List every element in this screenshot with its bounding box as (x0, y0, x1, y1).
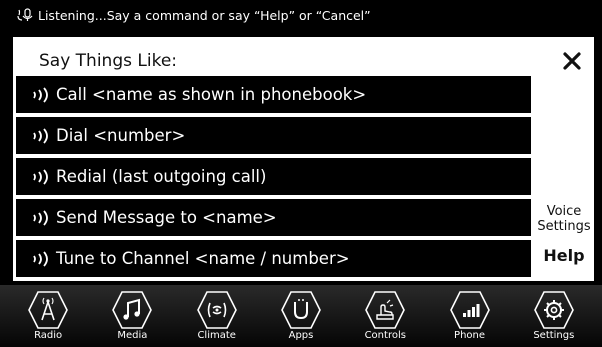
gear-icon (533, 291, 574, 329)
voice-wave-icon (33, 250, 48, 267)
nav-label: Controls (364, 330, 406, 341)
nav-label: Apps (288, 330, 314, 341)
voice-wave-icon (33, 168, 48, 185)
nav-label: Settings (533, 330, 575, 341)
close-icon[interactable] (560, 49, 584, 73)
status-text: Listening...Say a command or say “Help” … (38, 7, 371, 23)
nav-controls[interactable]: Controls (346, 290, 424, 341)
command-label: Dial <number> (56, 126, 186, 145)
nav-climate[interactable]: Climate (178, 290, 256, 341)
voice-wave-icon (33, 209, 48, 226)
phone-signal-icon (449, 291, 490, 329)
nav-settings[interactable]: Settings (515, 290, 593, 341)
voice-settings-label-1: Voice (546, 204, 582, 219)
controls-icon (365, 291, 406, 329)
voice-settings-button[interactable]: Voice Settings (534, 204, 594, 234)
nav-radio[interactable]: Radio (9, 290, 87, 341)
voice-settings-label-2: Settings (537, 219, 591, 234)
command-dial[interactable]: Dial <number> (16, 117, 531, 154)
radio-icon (28, 291, 69, 329)
help-button[interactable]: Help (534, 248, 594, 264)
voice-mic-icon (17, 8, 33, 21)
apps-icon (281, 291, 321, 329)
command-label: Call <name as shown in phonebook> (56, 85, 367, 104)
command-label: Tune to Channel <name / number> (56, 249, 350, 268)
nav-phone[interactable]: Phone (431, 290, 509, 341)
nav-apps[interactable]: Apps (262, 290, 340, 341)
climate-icon (196, 291, 237, 329)
command-tune-channel[interactable]: Tune to Channel <name / number> (16, 240, 531, 277)
nav-label: Radio (34, 330, 63, 341)
command-label: Send Message to <name> (56, 208, 277, 227)
voice-command-panel: Say Things Like: Call <name as shown in … (13, 37, 594, 281)
nav-label: Climate (197, 330, 236, 341)
nav-label: Media (117, 330, 148, 341)
command-call[interactable]: Call <name as shown in phonebook> (16, 76, 531, 113)
command-label: Redial (last outgoing call) (56, 167, 267, 186)
nav-label: Phone (454, 330, 486, 341)
music-note-icon (112, 291, 153, 329)
voice-wave-icon (33, 86, 48, 103)
panel-title: Say Things Like: (39, 51, 178, 71)
status-bar: Listening...Say a command or say “Help” … (0, 0, 602, 30)
bottom-nav-bar: Radio Media Climate Apps Controls Phone … (0, 285, 602, 347)
command-redial[interactable]: Redial (last outgoing call) (16, 158, 531, 195)
command-send-message[interactable]: Send Message to <name> (16, 199, 531, 236)
nav-media[interactable]: Media (93, 290, 171, 341)
voice-wave-icon (33, 127, 48, 144)
